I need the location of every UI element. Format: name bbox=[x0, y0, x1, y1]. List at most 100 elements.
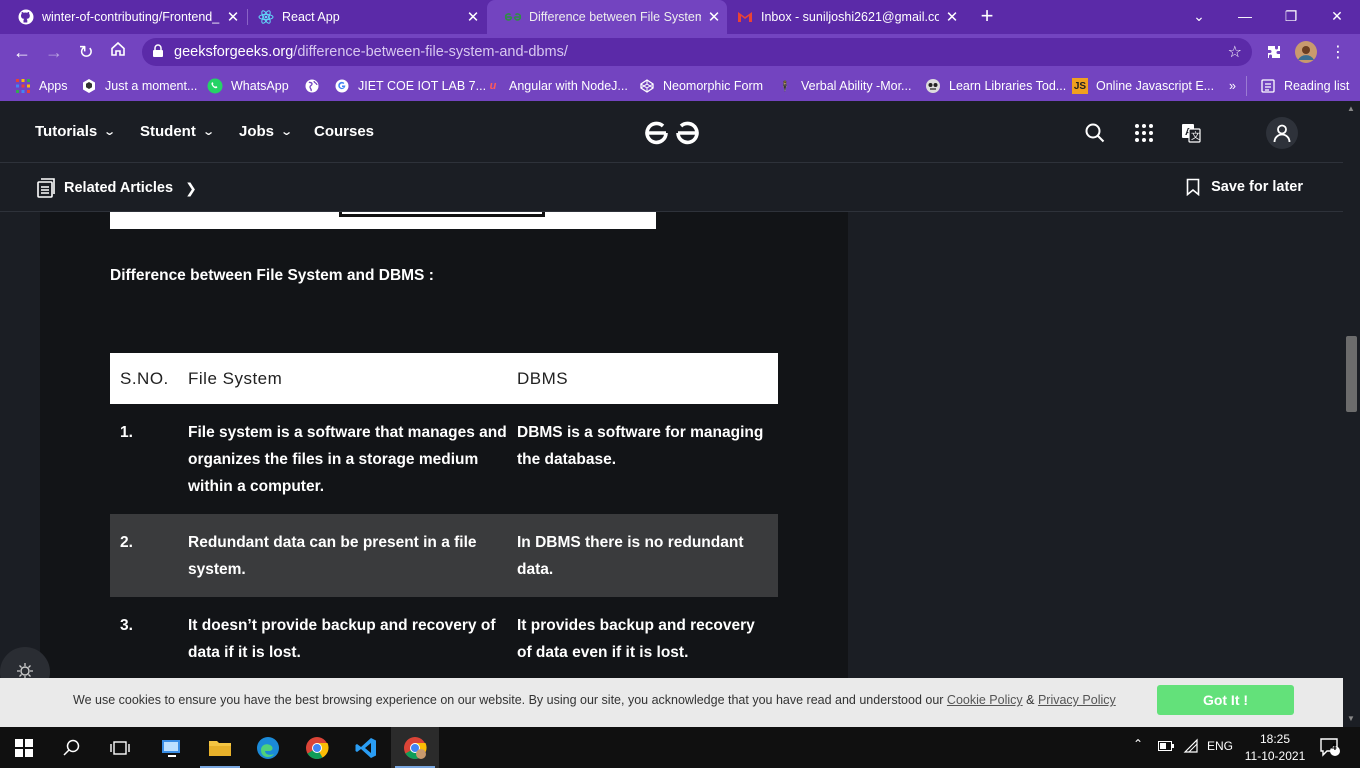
table-cell-dbms: DBMS is a software for managing the data… bbox=[517, 424, 764, 468]
gfg-logo[interactable] bbox=[644, 117, 700, 152]
wifi-icon[interactable] bbox=[1183, 738, 1199, 757]
bookmark-jiet-coe[interactable]: JIET COE IOT LAB 7... bbox=[334, 76, 486, 96]
tab-search-icon[interactable]: ⌄ bbox=[1176, 0, 1222, 34]
privacy-policy-link[interactable]: Privacy Policy bbox=[1038, 693, 1116, 707]
cookie-policy-link[interactable]: Cookie Policy bbox=[947, 693, 1023, 707]
windows-taskbar: ⌃ ENG 18:25 11-10-2021 4 bbox=[0, 727, 1360, 768]
scroll-up-arrow-icon[interactable]: ▲ bbox=[1347, 104, 1355, 113]
bookmark-online-javascript[interactable]: JS Online Javascript E... bbox=[1072, 76, 1214, 96]
js-icon: JS bbox=[1072, 78, 1088, 94]
chrome-icon[interactable] bbox=[293, 727, 341, 768]
bookmark-label: Apps bbox=[39, 79, 68, 93]
bookmark-learn-libraries[interactable]: Learn Libraries Tod... bbox=[925, 76, 1066, 96]
minimize-button[interactable]: — bbox=[1222, 0, 1268, 34]
bookmark-globe[interactable] bbox=[304, 76, 328, 96]
apps-grid-icon[interactable] bbox=[1132, 121, 1156, 145]
profile-avatar[interactable] bbox=[1294, 40, 1318, 64]
battery-icon[interactable] bbox=[1158, 740, 1174, 755]
close-window-button[interactable]: ✕ bbox=[1314, 0, 1360, 34]
gfg-icon bbox=[505, 9, 521, 25]
menu-kebab-icon[interactable]: ⋮ bbox=[1326, 40, 1350, 64]
url-text[interactable]: geeksforgeeks.org/difference-between-fil… bbox=[174, 44, 568, 60]
notifications-icon[interactable]: 4 bbox=[1319, 737, 1341, 760]
scrollbar-thumb[interactable] bbox=[1346, 336, 1357, 412]
vscode-icon[interactable] bbox=[342, 727, 390, 768]
scroll-down-arrow-icon[interactable]: ▼ bbox=[1347, 714, 1355, 723]
nav-label: Jobs bbox=[239, 123, 275, 140]
site-header: Tutorials ⌄ Student ⌄ Jobs ⌄ Courses A文 bbox=[0, 101, 1343, 163]
bookmark-whatsapp[interactable]: WhatsApp bbox=[207, 76, 289, 96]
address-bar[interactable]: geeksforgeeks.org/difference-between-fil… bbox=[142, 38, 1252, 66]
table-cell-dbms: It provides backup and recovery of data … bbox=[517, 617, 755, 661]
nav-tutorials[interactable]: Tutorials ⌄ bbox=[35, 123, 117, 140]
tab-gmail[interactable]: Inbox - suniljoshi2621@gmail.co ✕ bbox=[719, 0, 965, 34]
reading-list-icon bbox=[1260, 78, 1276, 94]
table-cell-file-system: File system is a software that manages a… bbox=[188, 424, 507, 495]
article-content: Difference between File System and DBMS … bbox=[40, 212, 848, 727]
comparison-table: S.NO. File System DBMS 1. File system is… bbox=[110, 353, 778, 680]
bookmark-just-a-moment[interactable]: Just a moment... bbox=[81, 76, 197, 96]
bookmark-neomorphic-form[interactable]: Neomorphic Form bbox=[639, 76, 763, 96]
tab-github[interactable]: winter-of-contributing/Frontend_ ✕ bbox=[0, 0, 246, 34]
bookmark-angular-node[interactable]: u Angular with NodeJ... bbox=[485, 76, 628, 96]
bookmark-label: Verbal Ability -Mor... bbox=[801, 79, 912, 93]
reading-list[interactable]: Reading list bbox=[1246, 76, 1349, 96]
nav-jobs[interactable]: Jobs ⌄ bbox=[239, 123, 293, 140]
table-row: 3. It doesn’t provide backup and recover… bbox=[110, 597, 778, 680]
forward-icon[interactable]: → bbox=[42, 40, 66, 64]
bookmark-star-icon[interactable]: ☆ bbox=[1228, 42, 1242, 62]
restore-button[interactable]: ❐ bbox=[1268, 0, 1314, 34]
translate-icon[interactable]: A文 bbox=[1179, 121, 1203, 145]
bookmark-apps[interactable]: Apps bbox=[15, 76, 68, 96]
close-tab-icon[interactable]: ✕ bbox=[939, 8, 965, 26]
bookmarks-overflow-chevron-icon[interactable]: » bbox=[1229, 76, 1236, 96]
search-icon[interactable] bbox=[1083, 121, 1107, 145]
webpage: Tutorials⌄ Student⌄ Jobs⌄ Courses A文 R bbox=[0, 101, 1343, 727]
reload-icon[interactable]: ↻ bbox=[74, 40, 98, 64]
cookie-message: We use cookies to ensure you have the be… bbox=[73, 693, 1116, 707]
table-cell-sno: 2. bbox=[110, 514, 188, 597]
back-icon[interactable]: ← bbox=[10, 40, 34, 64]
close-tab-icon[interactable]: ✕ bbox=[460, 8, 486, 26]
file-explorer-icon[interactable] bbox=[196, 727, 244, 768]
search-icon[interactable] bbox=[48, 727, 96, 768]
edge-icon[interactable] bbox=[244, 727, 292, 768]
url-path: /difference-between-file-system-and-dbms… bbox=[293, 44, 568, 60]
chrome-active-icon[interactable] bbox=[391, 727, 439, 768]
input-language[interactable]: ENG bbox=[1207, 739, 1233, 753]
new-tab-button[interactable]: + bbox=[975, 4, 999, 28]
got-it-button[interactable]: Got It ! bbox=[1157, 685, 1294, 715]
tab-title: winter-of-contributing/Frontend_ bbox=[42, 10, 220, 24]
article-image bbox=[110, 212, 656, 229]
lock-icon[interactable] bbox=[152, 44, 164, 63]
home-icon[interactable] bbox=[106, 40, 130, 64]
related-articles-button[interactable]: Related Articles ❯ bbox=[36, 178, 197, 198]
system-clock[interactable]: 18:25 11-10-2021 bbox=[1240, 731, 1310, 765]
tab-gfg-active[interactable]: Difference between File System a ✕ bbox=[487, 0, 727, 34]
user-account-icon[interactable] bbox=[1266, 117, 1298, 149]
page-scrollbar[interactable]: ▲ ▼ bbox=[1343, 101, 1360, 727]
table-header-row: S.NO. File System DBMS bbox=[110, 353, 778, 404]
desktop-app-icon[interactable] bbox=[148, 727, 196, 768]
show-hidden-icons-chevron-icon[interactable]: ⌃ bbox=[1133, 737, 1143, 751]
tab-react-app[interactable]: React App ✕ bbox=[240, 0, 486, 34]
bookmark-verbal-ability[interactable]: 🕴 Verbal Ability -Mor... bbox=[777, 76, 911, 96]
extensions-icon[interactable] bbox=[1262, 40, 1286, 64]
save-for-later-button[interactable]: Save for later bbox=[1186, 178, 1303, 196]
nav-courses[interactable]: Courses bbox=[314, 123, 374, 140]
cookie-text: We use cookies to ensure you have the be… bbox=[73, 693, 947, 707]
chevron-down-icon: ⌄ bbox=[103, 126, 117, 138]
nav-student[interactable]: Student ⌄ bbox=[140, 123, 215, 140]
articles-list-icon bbox=[37, 178, 55, 198]
nav-label: Student bbox=[140, 123, 196, 140]
column-header: S.NO. bbox=[110, 353, 188, 404]
nav-label: Courses bbox=[314, 123, 375, 140]
notification-count: 4 bbox=[1331, 742, 1337, 753]
github-icon bbox=[18, 9, 34, 25]
url-domain: geeksforgeeks.org bbox=[174, 44, 294, 60]
table-row: 2. Redundant data can be present in a fi… bbox=[110, 514, 778, 597]
column-header: File System bbox=[188, 353, 517, 404]
tab-title: Difference between File System a bbox=[529, 10, 701, 24]
task-view-icon[interactable] bbox=[96, 727, 144, 768]
windows-start-icon[interactable] bbox=[0, 727, 48, 768]
